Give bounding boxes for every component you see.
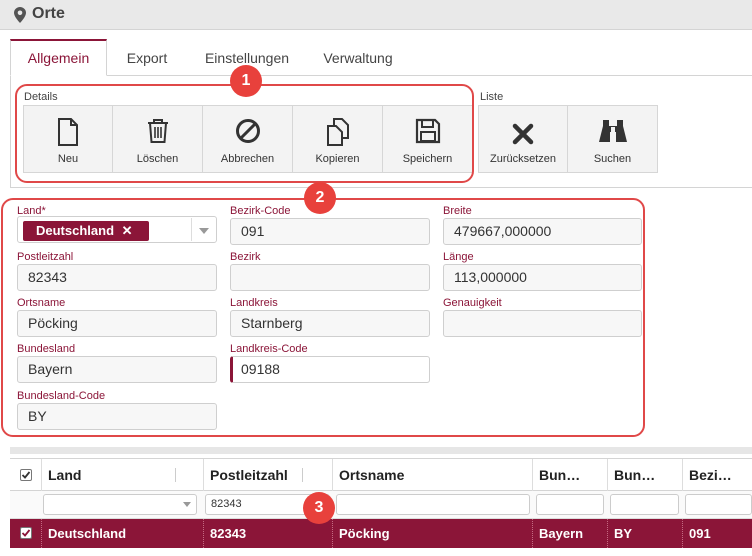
land-filter[interactable] <box>43 494 197 515</box>
cell-land: Deutschland <box>41 519 203 548</box>
suchen-label: Suchen <box>593 153 632 165</box>
bundesland-filter[interactable] <box>536 494 604 515</box>
cell-bundesland: Bayern <box>532 519 607 548</box>
select-all-checkbox[interactable] <box>20 469 32 481</box>
grid-filter-row: 82343 <box>10 491 752 519</box>
zuruecksetzen-label: Zurücksetzen <box>489 153 557 165</box>
column-header-ortsname[interactable]: Ortsname <box>332 459 532 491</box>
grid-separator <box>10 447 752 454</box>
tab-verwaltung[interactable]: Verwaltung <box>312 39 404 76</box>
column-header-postleitzahl[interactable]: Postleitzahl <box>203 459 332 491</box>
callout-box-form <box>1 198 645 437</box>
map-pin-icon <box>14 7 26 23</box>
column-resize-handle[interactable] <box>302 468 303 482</box>
column-header-bezirk-code[interactable]: Bezi… <box>682 459 752 491</box>
callout-badge-2: 2 <box>304 182 336 214</box>
table-row[interactable]: Deutschland 82343 Pöcking Bayern BY 091 <box>10 519 752 548</box>
chevron-down-icon[interactable] <box>183 502 191 507</box>
cell-postleitzahl: 82343 <box>203 519 332 548</box>
reset-x-icon <box>512 123 534 145</box>
cell-bundesland-code: BY <box>607 519 682 548</box>
callout-badge-1: 1 <box>230 65 262 97</box>
column-header-land[interactable]: Land <box>41 459 206 491</box>
liste-group-label: Liste <box>480 91 504 103</box>
callout-badge-3: 3 <box>303 492 335 524</box>
column-header-bundesland[interactable]: Bun… <box>532 459 607 491</box>
ortsname-filter[interactable] <box>336 494 530 515</box>
binoculars-icon <box>598 120 627 142</box>
callout-box-toolbar <box>15 84 474 183</box>
zuruecksetzen-button[interactable]: Zurücksetzen <box>478 105 568 173</box>
tab-bar: Allgemein Export Einstellungen Verwaltun… <box>10 39 752 76</box>
grid-header: Land Postleitzahl Ortsname Bun… Bun… Bez… <box>10 458 752 491</box>
title-bar: Orte <box>0 0 752 30</box>
cell-ortsname: Pöcking <box>332 519 532 548</box>
column-header-bundesland-code[interactable]: Bun… <box>607 459 682 491</box>
tab-allgemein[interactable]: Allgemein <box>10 39 107 76</box>
window-title: Orte <box>32 5 65 22</box>
row-checkbox[interactable] <box>20 527 32 539</box>
bezirk-code-filter[interactable] <box>685 494 752 515</box>
suchen-button[interactable]: Suchen <box>567 105 658 173</box>
cell-bezirk-code: 091 <box>682 519 752 548</box>
column-resize-handle[interactable] <box>175 468 176 482</box>
bundesland-code-filter[interactable] <box>610 494 679 515</box>
tab-export[interactable]: Export <box>113 39 181 76</box>
